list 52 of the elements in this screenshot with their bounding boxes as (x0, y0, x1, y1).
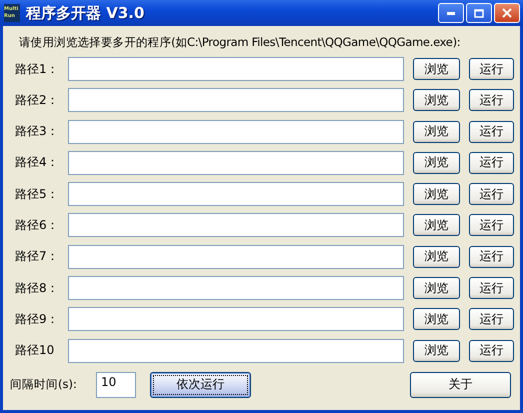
browse-button[interactable]: 浏览 (413, 340, 460, 362)
run-button[interactable]: 运行 (469, 308, 514, 330)
instruction-text: 请使用浏览选择要多开的程序(如C:\Program Files\Tencent\QQGame\QQGame.exe): (19, 34, 462, 50)
run-button[interactable]: 运行 (469, 277, 514, 300)
path-label: 路径7： (15, 248, 59, 266)
input-field[interactable] (68, 57, 404, 81)
maximize-icon (474, 8, 484, 18)
run-button[interactable]: 运行 (469, 120, 514, 143)
input-field[interactable] (68, 150, 404, 175)
browse-button[interactable]: 浏览 (413, 277, 460, 300)
input-field[interactable] (68, 213, 404, 238)
browse-button[interactable]: 浏览 (413, 152, 460, 174)
run-button[interactable]: 运行 (469, 58, 514, 80)
run-button[interactable]: 运行 (469, 246, 514, 268)
browse-button[interactable]: 浏览 (413, 58, 460, 80)
browse-button[interactable]: 浏览 (413, 246, 460, 268)
path-label: 路径8： (15, 280, 59, 297)
run-button[interactable]: 运行 (469, 214, 514, 236)
input-field[interactable] (68, 88, 404, 112)
input-field[interactable] (68, 338, 404, 363)
input-field[interactable] (68, 244, 404, 269)
input-field[interactable]: 10 (96, 372, 136, 398)
path-label: 路径3： (15, 123, 59, 140)
run-button[interactable]: 运行 (469, 340, 514, 362)
run-button[interactable]: 运行 (469, 89, 514, 112)
minimize-icon (447, 12, 455, 14)
maximize-button[interactable] (466, 3, 492, 23)
input-field[interactable] (68, 120, 404, 144)
run-button[interactable]: 运行 (469, 152, 514, 174)
browse-button[interactable]: 浏览 (413, 89, 460, 112)
window-title: 程序多开器 V3.0 (26, 4, 146, 22)
close-button[interactable] (494, 3, 520, 23)
about-button[interactable]: 关于 (410, 372, 511, 398)
run-button[interactable]: 运行 (469, 183, 514, 206)
minimize-button[interactable] (438, 3, 464, 23)
path-label: 路径10 (15, 342, 56, 360)
path-label: 路径4： (15, 154, 59, 172)
browse-button[interactable]: 浏览 (413, 183, 460, 206)
browse-button[interactable]: 浏览 (413, 120, 460, 143)
path-label: 路径9： (15, 310, 59, 328)
input-field[interactable] (68, 276, 404, 300)
input-field[interactable] (68, 182, 404, 206)
path-label: 路径6： (15, 216, 59, 234)
path-label: 路径1： (15, 60, 59, 78)
interval-label: 间隔时间(s): (10, 377, 78, 392)
browse-button[interactable]: 浏览 (413, 308, 460, 330)
path-label: 路径5： (15, 186, 59, 203)
close-icon (502, 8, 512, 18)
path-label: 路径2： (15, 92, 59, 109)
run-all-button[interactable]: 依次运行 (150, 372, 251, 398)
browse-button[interactable]: 浏览 (413, 214, 460, 236)
input-field[interactable] (68, 307, 404, 332)
